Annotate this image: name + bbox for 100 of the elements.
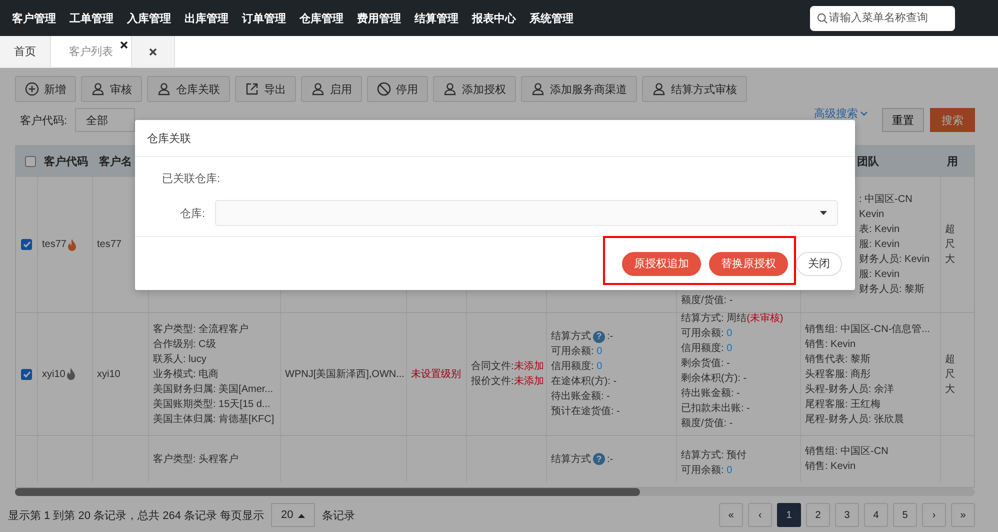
page-size-select[interactable]: 20 [271,503,316,527]
cell-text: 美国财务归属: 美国[Amer... [153,382,274,396]
dialog-button[interactable]: 替换原授权 [709,252,788,276]
close-icon[interactable] [120,41,128,49]
cell-text: 服: Kevin [859,238,901,252]
toolbar-button[interactable]: 结算方式审核 [642,76,747,102]
page-button[interactable]: ‹ [748,503,772,527]
customer-code-select[interactable]: 全部 [75,108,136,132]
cell-text: 超 [945,222,956,237]
level-text: 未设置级别 [411,368,462,382]
cell-text: 合同文件:未添加 [471,360,542,374]
cell-text: 联系人: lucy [153,352,208,366]
cell-text: 尾程-财务人员: 张欣晨 [805,412,905,426]
menu-item[interactable]: 费用管理 [357,10,401,26]
line-value: :- [607,452,614,466]
cell-text: 额度/货值: - [681,294,734,308]
cell-text: 头程客服: 商彤 [805,368,872,382]
cell-text: 剩余体积(方): - [681,372,748,386]
filter-label: 客户代码: [20,114,68,128]
cell-text: 业务模式: 电商 [153,368,220,382]
customer-code[interactable]: xyi10 [42,368,66,380]
row-checkbox[interactable] [21,368,32,380]
toolbar-button[interactable]: 新增 [15,76,76,102]
cell-text: 剩余货值: - [681,357,731,371]
close-icon [149,48,157,56]
page-button[interactable]: » [951,503,975,527]
page-button[interactable]: « [719,503,743,527]
column-header[interactable]: 客户代码 [44,156,88,168]
cell-text: 客户类型: 头程客户 [153,452,240,466]
cell-text: 头程-财务人员: 余洋 [805,382,895,396]
plus-circle-icon [25,82,39,96]
cell-text: 结算方式: 预付 [681,448,748,463]
page-button[interactable]: › [922,503,946,527]
dialog-button[interactable]: 关闭 [796,252,842,276]
line-label: 结算方式 [551,330,591,344]
export-icon [245,82,259,96]
dialog-button[interactable]: 原授权追加 [622,252,701,276]
search-icon [817,12,828,24]
toolbar-button[interactable]: 审核 [81,76,142,102]
toolbar-button[interactable]: 启用 [301,76,362,102]
user-icon [157,82,171,96]
menu-item[interactable]: 仓库管理 [300,10,344,26]
cell-text: 表: Kevin [859,222,901,237]
select-all-checkbox[interactable] [24,156,36,166]
menu-item[interactable]: 结算管理 [414,10,458,26]
cell-text: 尾程客服: 王红梅 [805,398,882,412]
cell-text: 额度/货值: - [681,416,734,431]
customer-code[interactable]: tes77 [42,239,66,250]
toolbar-button[interactable]: 添加授权 [433,76,516,102]
record-summary: 显示第 1 到第 20 条记录，总共 264 条记录 每页显示 [8,508,264,522]
row-checkbox[interactable] [21,239,32,250]
user-icon [91,82,105,96]
cell-text: 可用余额: 0 [681,464,734,478]
cell-text: 信用额度: 0 [681,342,734,356]
toolbar-button[interactable]: 添加服务商渠道 [521,76,637,102]
cell-text: 销售组: 中国区-CN-信息管... [805,322,931,336]
customer-name: tes77 [97,238,122,252]
toolbar-button[interactable]: 仓库关联 [147,76,230,102]
caret-down-icon [820,211,827,215]
cell-text: 财务人员: 黎斯 [859,282,926,297]
cell-text: 美国主体归属: 肯德基[KFC] [153,412,276,426]
user-icon [531,82,545,96]
cell-text: 财务人员: Kevin [859,252,931,267]
menu-item[interactable]: 报表中心 [472,10,516,26]
warehouse-label: 仓库: [178,206,205,220]
column-header[interactable]: 用 [947,156,958,168]
chevron-down-icon [860,111,868,117]
cell-text: 服: Kevin [859,268,901,282]
column-header[interactable]: 团队 [857,156,879,168]
user-icon [652,82,666,96]
horizontal-scrollbar[interactable] [15,488,975,496]
menu-item[interactable]: 客户管理 [12,10,56,26]
cell-text: 销售: Kevin [805,460,857,474]
ban-icon [377,82,391,96]
linked-warehouse-label: 已关联仓库: [161,172,222,187]
cell-text: 合作级别: C级 [153,338,217,352]
page-button[interactable]: 3 [835,503,859,527]
menu-item[interactable]: 系统管理 [530,10,574,26]
page-button[interactable]: 1 [777,503,801,527]
page-button[interactable]: 2 [806,503,830,527]
reset-button[interactable]: 重置 [882,108,924,132]
cell-text: 可用余额: 0 [681,326,734,341]
page-button[interactable]: 4 [864,503,888,527]
column-header[interactable]: 客户名 [99,156,132,168]
menu-item[interactable]: 出库管理 [184,10,228,26]
customer-name: xyi10 [97,368,122,382]
user-icon [311,82,325,96]
page-tab[interactable]: 首页 [0,36,51,67]
toolbar-button[interactable]: 导出 [235,76,296,102]
menu-item[interactable]: 订单管理 [242,10,286,26]
page-button[interactable]: 5 [893,503,917,527]
line-value: :- [607,330,614,344]
toolbar-button[interactable]: 停用 [367,76,428,102]
menu-item[interactable]: 入库管理 [127,10,171,26]
cell-text: 销售: Kevin [805,338,857,352]
menu-item[interactable]: 工单管理 [70,10,114,26]
menu-search-field[interactable]: 请输入菜单名称查询 [810,6,955,30]
warehouse-text: WPNJ[美国新泽西],OWN... [285,368,402,382]
cell-text: 大 [945,252,956,267]
cell-text: 大 [945,382,956,396]
